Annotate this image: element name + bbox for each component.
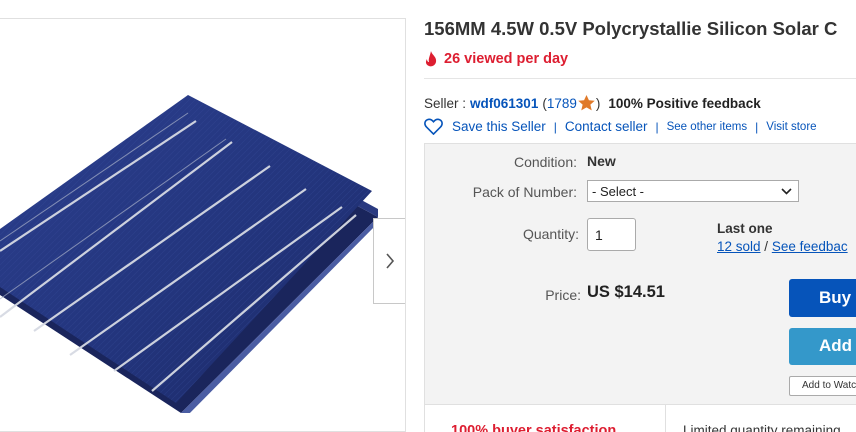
separator: | (553, 119, 557, 134)
price-label: Price: (545, 287, 581, 303)
availability-text: Last one (717, 221, 773, 236)
bottom-highlights: 100% buyer satisfaction Limited quantity… (424, 405, 856, 432)
divider (424, 78, 856, 79)
quantity-input[interactable]: 1 (587, 218, 636, 251)
viewed-per-day-notice: 26 viewed per day (424, 51, 568, 67)
sold-count-link[interactable]: 12 sold (717, 239, 761, 254)
condition-value: New (587, 153, 616, 169)
divider (665, 405, 666, 432)
sold-and-feedback: 12 sold / See feedbac (717, 239, 848, 254)
buy-it-now-button[interactable]: Buy (789, 279, 856, 317)
separator: | (755, 119, 759, 134)
product-title: 156MM 4.5W 0.5V Polycrystallie Silicon S… (424, 18, 838, 39)
quantity-label: Quantity: (522, 226, 579, 242)
seller-label: Seller : (424, 95, 467, 111)
seller-links: Save this Seller | Contact seller | See … (424, 118, 817, 135)
solar-cell-photo (0, 95, 378, 413)
feedback-score-link[interactable]: 1789 (547, 96, 577, 111)
pack-of-number-label: Pack of Number: (472, 184, 577, 200)
buyer-satisfaction-text: 100% buyer satisfaction (451, 423, 617, 432)
add-to-cart-button[interactable]: Add (789, 328, 856, 365)
visit-store-link[interactable]: Visit store (766, 121, 816, 133)
product-image-viewer (0, 18, 406, 432)
flame-icon (425, 51, 437, 67)
purchase-panel: Condition: New Pack of Number: - Select … (424, 143, 856, 405)
next-image-button[interactable] (373, 218, 405, 304)
save-seller-link[interactable]: Save this Seller (452, 119, 546, 134)
viewed-text: 26 viewed per day (444, 51, 569, 67)
chevron-down-icon (781, 187, 792, 195)
seller-username-link[interactable]: wdf061301 (470, 96, 538, 111)
pack-of-number-select[interactable]: - Select - (587, 180, 799, 202)
chevron-right-icon (385, 253, 394, 269)
see-other-items-link[interactable]: See other items (667, 121, 748, 133)
slash-separator: / (760, 239, 772, 254)
see-feedback-link[interactable]: See feedbac (772, 239, 848, 254)
price-value: US $14.51 (587, 283, 665, 301)
heart-icon[interactable] (424, 118, 443, 135)
seller-info: Seller : wdf061301 ( 1789 ) 100% Positiv… (424, 95, 761, 111)
limited-quantity-text: Limited quantity remaining (683, 423, 841, 432)
contact-seller-link[interactable]: Contact seller (565, 119, 648, 134)
close-paren: ) (595, 95, 601, 111)
select-value: - Select - (592, 183, 645, 199)
positive-feedback: 100% Positive feedback (608, 95, 761, 111)
star-icon (578, 95, 595, 111)
condition-label: Condition: (513, 154, 577, 170)
add-to-watchlist-button[interactable]: Add to Watc (789, 376, 856, 396)
separator: | (655, 119, 659, 134)
